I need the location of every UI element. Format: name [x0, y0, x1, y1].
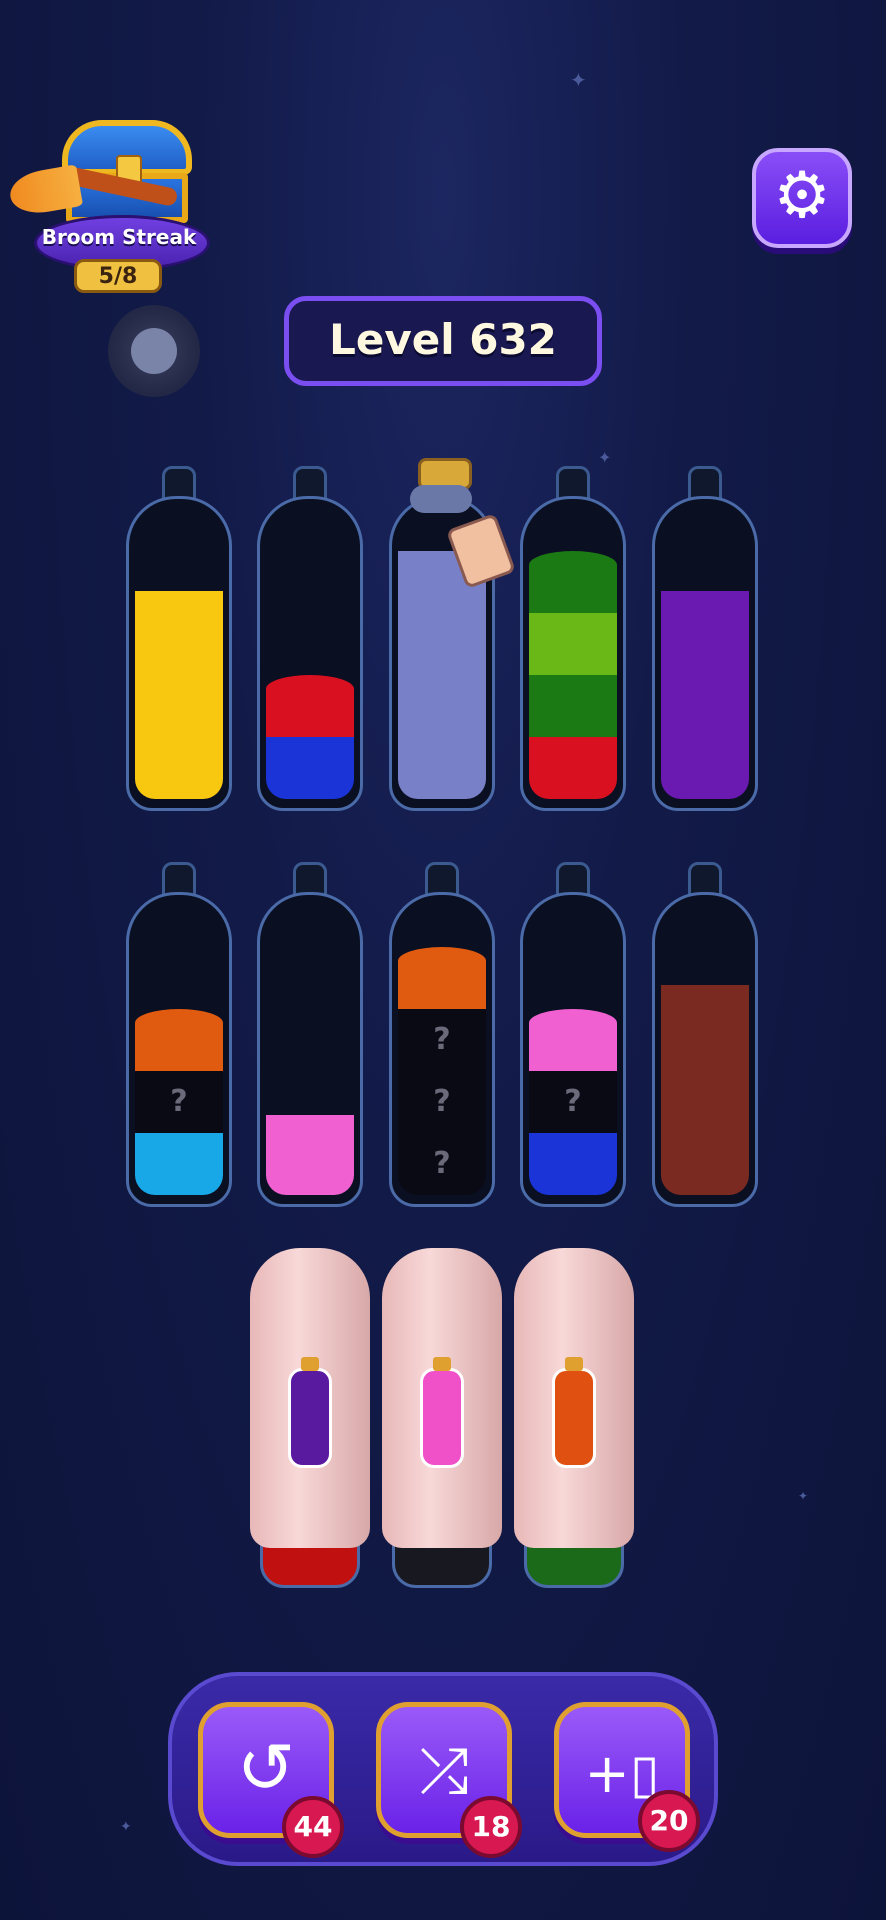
question-mark: ?	[433, 1084, 451, 1119]
liquid-layer	[529, 1009, 617, 1071]
gear-icon: ⚙	[773, 159, 831, 233]
liquid-layer	[529, 613, 617, 675]
covered-bottle[interactable]	[514, 1248, 634, 1598]
liquid-layer	[398, 947, 486, 1009]
undo-icon: ↺	[236, 1727, 296, 1809]
bottle[interactable]: ???	[389, 862, 495, 1207]
undo-count: 44	[282, 1796, 344, 1858]
bottle[interactable]	[652, 466, 758, 811]
liquid-layer	[135, 1009, 223, 1071]
liquid-layer	[135, 1133, 223, 1195]
liquid-layer	[266, 675, 354, 737]
broom-streak-widget[interactable]: Broom Streak 5/8	[6, 115, 210, 300]
liquid-layer	[661, 591, 749, 799]
liquid-layer	[529, 1133, 617, 1195]
question-mark: ?	[564, 1084, 582, 1119]
liquid-layer	[529, 675, 617, 737]
potion-icon	[288, 1357, 332, 1468]
covered-bottle[interactable]	[250, 1248, 370, 1598]
liquid-layer	[661, 985, 749, 1195]
hidden-layer: ?	[398, 1009, 486, 1071]
star-decoration: ✦	[598, 448, 612, 467]
rope-icon	[410, 485, 472, 513]
covered-bottle[interactable]	[382, 1248, 502, 1598]
bottle[interactable]	[126, 466, 232, 811]
question-mark: ?	[170, 1084, 188, 1119]
star-decoration: ✦	[570, 68, 587, 92]
add-bottle-count: 20	[638, 1790, 700, 1852]
liquid-layer	[529, 551, 617, 613]
liquid-layer	[266, 1115, 354, 1195]
bottle[interactable]: ?	[520, 862, 626, 1207]
potion-icon	[420, 1357, 464, 1468]
shuffle-count: 18	[460, 1796, 522, 1858]
potion-icon	[552, 1357, 596, 1468]
hidden-layer: ?	[135, 1071, 223, 1133]
bottle[interactable]	[257, 466, 363, 811]
add-bottle-icon: +▯	[584, 1742, 660, 1805]
liquid-layer	[398, 551, 486, 799]
settings-button[interactable]: ⚙	[752, 148, 852, 248]
liquid-layer	[135, 591, 223, 799]
streak-label: Broom Streak	[41, 225, 197, 249]
bottle[interactable]: ?	[126, 862, 232, 1207]
star-decoration: ✦	[798, 1489, 809, 1503]
level-title: Level 632	[284, 296, 602, 386]
question-mark: ?	[433, 1146, 451, 1181]
liquid-layer	[266, 737, 354, 799]
liquid-layer	[529, 737, 617, 799]
bottle[interactable]	[652, 862, 758, 1207]
star-decoration: ✦	[120, 1819, 132, 1835]
hidden-layer: ?	[529, 1071, 617, 1133]
question-mark: ?	[433, 1022, 451, 1057]
hidden-layer: ?	[398, 1071, 486, 1133]
bottle[interactable]	[257, 862, 363, 1207]
bottle[interactable]	[520, 466, 626, 811]
floating-button[interactable]	[108, 305, 200, 397]
streak-progress: 5/8	[74, 259, 162, 293]
hidden-layer: ?	[398, 1133, 486, 1195]
shuffle-icon: ⤮	[419, 1734, 469, 1807]
